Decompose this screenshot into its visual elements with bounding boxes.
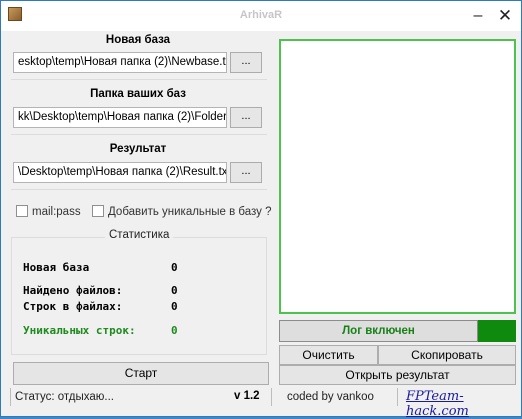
your-bases-browse-button[interactable]: ... — [230, 107, 262, 128]
log-status-bar: Лог включен — [279, 320, 478, 342]
status-separator — [271, 388, 272, 406]
stats-title: Статистика — [105, 229, 174, 241]
version-label: v 1.2 — [234, 390, 260, 402]
add-unique-checkbox[interactable]: Добавить уникальные в базу ? — [92, 205, 272, 221]
stat-unique-value: 0 — [171, 324, 178, 337]
clear-button[interactable]: Очистить — [279, 345, 378, 365]
stat-files-found-value: 0 — [171, 284, 178, 297]
window-title: ArhivaR — [239, 9, 283, 21]
checkbox-box[interactable] — [16, 205, 28, 217]
result-browse-button[interactable]: ... — [230, 162, 262, 183]
divider — [11, 134, 267, 135]
divider — [11, 189, 267, 190]
your-bases-label: Папка ваших баз — [90, 88, 186, 100]
status-separator — [397, 388, 398, 406]
stat-lines-value: 0 — [171, 300, 178, 313]
copy-button[interactable]: Скопировать — [378, 345, 516, 365]
mailpass-label: mail:pass — [32, 206, 81, 218]
title-bar: ArhivaR – ✕ — [1, 1, 521, 31]
new-base-browse-button[interactable]: ... — [230, 52, 262, 73]
new-base-path-field[interactable]: esktop\temp\Новая папка (2)\Newbase.txt — [13, 52, 227, 73]
add-unique-label: Добавить уникальные в базу ? — [108, 206, 272, 218]
status-text: Статус: отдыхаю... — [15, 391, 114, 403]
stat-lines-label: Строк в файлах: — [23, 300, 123, 313]
open-result-button[interactable]: Открыть результат — [279, 365, 516, 385]
your-bases-path-field[interactable]: kk\Desktop\temp\Новая папка (2)\Folder — [13, 107, 227, 128]
stat-unique-label: Уникальных строк: — [23, 324, 136, 337]
stat-new-base-value: 0 — [171, 261, 178, 274]
site-link[interactable]: FPTeam-hack.com — [406, 389, 521, 419]
status-separator — [10, 388, 11, 406]
result-label: Результат — [109, 143, 167, 155]
credit-text: coded by vankoo — [287, 391, 374, 403]
start-button[interactable]: Старт — [13, 362, 269, 385]
stat-files-found-label: Найдено файлов: — [23, 284, 123, 297]
mailpass-checkbox[interactable]: mail:pass — [16, 205, 81, 221]
app-window: ArhivaR – ✕ Новая база esktop\temp\Новая… — [0, 0, 522, 419]
checkbox-box[interactable] — [92, 205, 104, 217]
stat-new-base-label: Новая база — [23, 261, 90, 274]
log-indicator[interactable] — [478, 320, 516, 342]
divider — [11, 79, 267, 80]
minimize-button[interactable]: – — [466, 5, 490, 27]
close-button[interactable]: ✕ — [493, 5, 517, 27]
result-path-field[interactable]: \Desktop\temp\Новая папка (2)\Result.txt — [13, 162, 227, 183]
new-base-label: Новая база — [105, 34, 171, 46]
log-textarea[interactable] — [279, 39, 516, 314]
